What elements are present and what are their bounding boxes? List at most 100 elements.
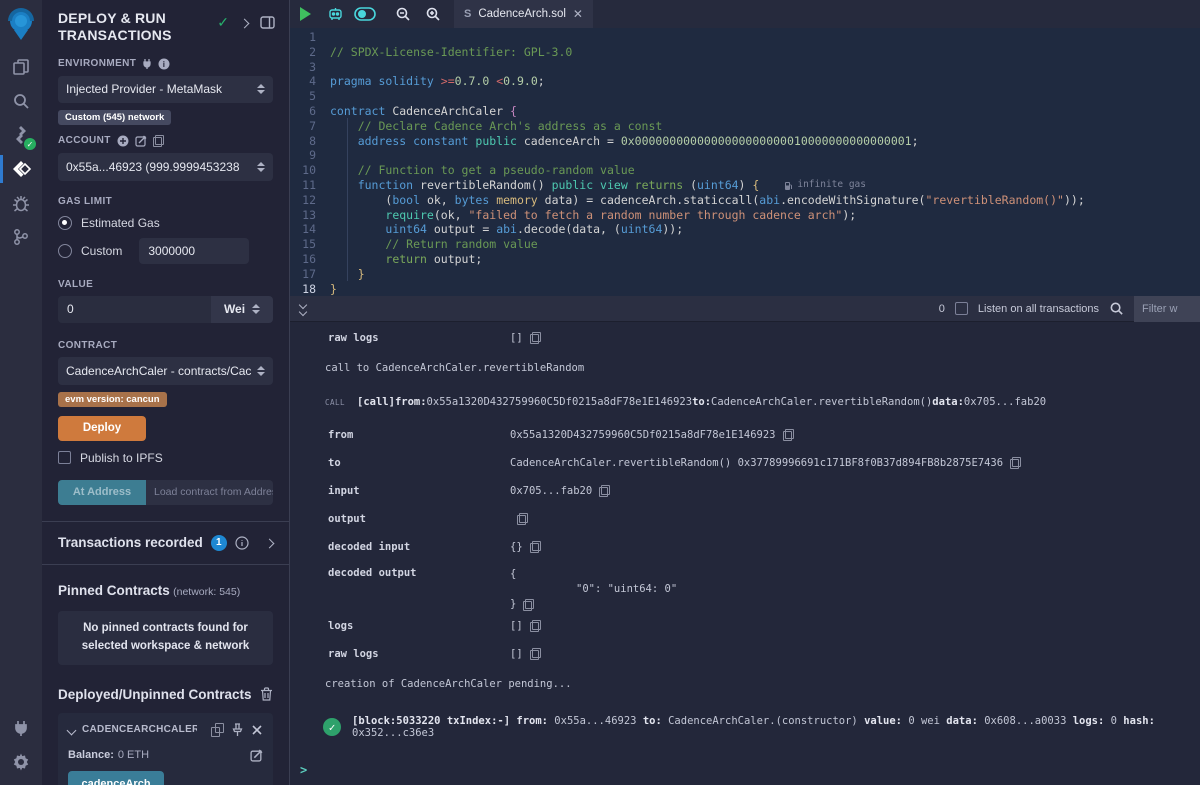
custom-gas-input[interactable]: 3000000 xyxy=(139,238,249,264)
remix-logo-icon[interactable] xyxy=(4,6,38,42)
terminal-kv-row[interactable]: output xyxy=(290,505,1200,533)
value-unit-select[interactable]: Wei xyxy=(211,296,273,323)
terminal-text-row[interactable]: creation of CadenceArchCaler pending... xyxy=(290,668,1200,699)
account-select[interactable]: 0x55a...46923 (999.9999453238 xyxy=(58,153,273,181)
estimated-gas-radio[interactable] xyxy=(58,216,72,230)
terminal-kv-row[interactable]: from0x55a1320D432759960C5Df0215a8dF78e1E… xyxy=(290,421,1200,449)
solidity-compiler-icon[interactable]: ✓ xyxy=(0,118,42,152)
at-address-input[interactable]: Load contract from Addres xyxy=(146,480,273,505)
settings-icon[interactable] xyxy=(0,745,42,779)
code-line[interactable]: 8 address constant public cadenceArch = … xyxy=(290,134,1200,149)
deploy-run-panel: DEPLOY & RUN TRANSACTIONS ✓ ENVIRONMENT … xyxy=(42,0,290,785)
code-editor[interactable]: 12// SPDX-License-Identifier: GPL-3.034p… xyxy=(290,28,1200,296)
call-cadencearch-button[interactable]: cadenceArch xyxy=(68,771,164,785)
copy-icon[interactable] xyxy=(530,648,541,660)
copy-icon[interactable] xyxy=(530,541,541,553)
contract-label: CONTRACT xyxy=(58,340,273,351)
zoom-in-icon[interactable] xyxy=(418,0,448,28)
edit-account-icon[interactable] xyxy=(135,135,147,147)
terminal-filter-input[interactable]: Filter w xyxy=(1134,296,1200,322)
deploy-run-icon[interactable] xyxy=(0,152,42,186)
code-line[interactable]: 10 // Function to get a pseudo-random va… xyxy=(290,163,1200,178)
publish-ipfs-checkbox[interactable] xyxy=(58,451,71,464)
code-line[interactable]: 18} xyxy=(290,282,1200,296)
listen-all-checkbox[interactable] xyxy=(955,302,968,315)
terminal-kv-block[interactable]: decoded output{"0": "uint64: 0"} xyxy=(290,561,1200,612)
code-line[interactable]: 16 return output; xyxy=(290,252,1200,267)
plugin-manager-icon[interactable] xyxy=(0,711,42,745)
terminal-call-row[interactable]: call[call] from: 0x55a1320D432759960C5Df… xyxy=(290,383,1200,421)
copy-address-icon[interactable] xyxy=(211,723,224,737)
terminal-log[interactable]: raw logs[]call to CadenceArchCaler.rever… xyxy=(290,322,1200,785)
chevron-right-icon[interactable] xyxy=(241,16,248,30)
copy-icon[interactable] xyxy=(530,332,541,344)
transactions-recorded-row[interactable]: Transactions recorded 1 xyxy=(42,522,289,564)
code-line[interactable]: 6contract CadenceArchCaler { xyxy=(290,104,1200,119)
git-icon[interactable] xyxy=(0,220,42,254)
collapse-contract-icon[interactable] xyxy=(68,723,75,737)
code-line[interactable]: 5 xyxy=(290,89,1200,104)
code-line[interactable]: 2// SPDX-License-Identifier: GPL-3.0 xyxy=(290,45,1200,60)
code-line[interactable]: 3 xyxy=(290,60,1200,75)
remove-contract-icon[interactable] xyxy=(251,724,263,736)
gas-limit-label: GAS LIMIT xyxy=(58,196,273,207)
file-explorer-icon[interactable] xyxy=(0,50,42,84)
code-line[interactable]: 12 (bool ok, bytes memory data) = cadenc… xyxy=(290,193,1200,208)
info-icon[interactable]: i xyxy=(158,58,170,70)
remix-ide-window: ✓ DEPLOY & RUN TRANSACTIONS ✓ xyxy=(0,0,1200,785)
code-line[interactable]: 11 function revertibleRandom() public vi… xyxy=(290,178,1200,193)
expand-terminal-icon[interactable] xyxy=(300,302,306,315)
deploy-button[interactable]: Deploy xyxy=(58,416,146,441)
copy-icon[interactable] xyxy=(783,429,794,441)
terminal-kv-row[interactable]: toCadenceArchCaler.revertibleRandom() 0x… xyxy=(290,449,1200,477)
line-number: 3 xyxy=(290,60,330,75)
terminal-kv-row[interactable]: logs[] xyxy=(290,612,1200,640)
code-line[interactable]: 7 // Declare Cadence Arch's address as a… xyxy=(290,119,1200,134)
code-line[interactable]: 9 xyxy=(290,148,1200,163)
terminal-kv-row[interactable]: raw logs[] xyxy=(290,640,1200,668)
trash-icon[interactable] xyxy=(260,687,273,701)
copy-account-icon[interactable] xyxy=(153,135,164,147)
terminal-prompt[interactable]: > xyxy=(300,763,307,777)
code-line[interactable]: 13 require(ok, "failed to fetch a random… xyxy=(290,208,1200,223)
terminal-search-icon[interactable] xyxy=(1109,301,1124,316)
copy-icon[interactable] xyxy=(530,620,541,632)
ai-assistant-icon[interactable] xyxy=(320,0,350,28)
terminal-block-row[interactable]: ✓[block:5033220 txIndex:-] from: 0x55a..… xyxy=(290,699,1200,755)
pin-panel-icon[interactable] xyxy=(260,16,275,29)
zoom-out-icon[interactable] xyxy=(388,0,418,28)
copy-icon[interactable] xyxy=(523,599,534,611)
tab-label: CadenceArch.sol xyxy=(478,8,566,20)
at-address-button[interactable]: At Address xyxy=(58,480,146,505)
code-line[interactable]: 1 xyxy=(290,30,1200,45)
terminal-kv-row[interactable]: input0x705...fab20 xyxy=(290,477,1200,505)
debugger-icon[interactable] xyxy=(0,186,42,220)
terminal-kv-row[interactable]: decoded input{} xyxy=(290,533,1200,561)
plug-icon[interactable] xyxy=(142,58,152,69)
search-icon[interactable] xyxy=(0,84,42,118)
expand-transactions-icon[interactable] xyxy=(266,536,273,550)
terminal-kv-row[interactable]: raw logs[] xyxy=(290,324,1200,352)
copy-icon[interactable] xyxy=(517,513,528,525)
code-line[interactable]: 14 uint64 output = abi.decode(data, (uin… xyxy=(290,222,1200,237)
terminal-text-row[interactable]: call to CadenceArchCaler.revertibleRando… xyxy=(290,352,1200,383)
ai-toggle-icon[interactable] xyxy=(350,0,380,28)
info-icon[interactable] xyxy=(235,536,249,550)
run-script-button[interactable] xyxy=(290,0,320,28)
environment-select[interactable]: Injected Provider - MetaMask xyxy=(58,76,273,103)
add-account-icon[interactable] xyxy=(117,135,129,147)
value-input[interactable]: 0 xyxy=(58,296,211,323)
contract-select[interactable]: CadenceArchCaler - contracts/Cac xyxy=(58,357,273,385)
edit-balance-icon[interactable] xyxy=(250,749,263,762)
pin-contract-icon[interactable] xyxy=(231,723,244,737)
code-line[interactable]: 4pragma solidity >=0.7.0 <0.9.0; xyxy=(290,74,1200,89)
copy-icon[interactable] xyxy=(599,485,610,497)
code-line[interactable]: 17 } xyxy=(290,267,1200,282)
custom-gas-radio[interactable] xyxy=(58,244,72,258)
terminal-header: 0 Listen on all transactions Filter w xyxy=(290,296,1200,322)
copy-icon[interactable] xyxy=(1010,457,1021,469)
tab-cadencearch-sol[interactable]: S CadenceArch.sol ✕ xyxy=(454,0,593,28)
deployed-contracts-heading: Deployed/Unpinned Contracts xyxy=(58,687,252,702)
code-line[interactable]: 15 // Return random value xyxy=(290,237,1200,252)
close-tab-icon[interactable]: ✕ xyxy=(573,7,583,21)
